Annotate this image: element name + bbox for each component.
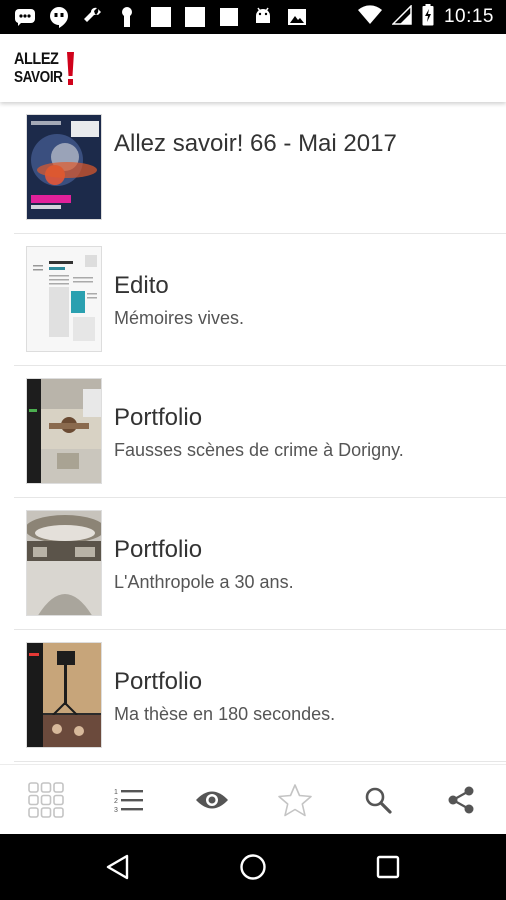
blank-icon bbox=[184, 6, 206, 28]
battery-icon bbox=[422, 3, 434, 31]
logo-line-2: SAVOIR bbox=[14, 69, 63, 86]
star-icon bbox=[277, 783, 312, 816]
eye-icon bbox=[195, 791, 228, 808]
grid-icon bbox=[27, 781, 64, 818]
list-item-title: Allez savoir! 66 - Mai 2017 bbox=[114, 130, 397, 157]
search-button[interactable] bbox=[348, 770, 408, 830]
logo-exclamation-icon bbox=[67, 52, 74, 85]
list-item[interactable]: Edito Mémoires vives. bbox=[14, 234, 506, 366]
wrench-icon bbox=[82, 6, 104, 28]
app-bar: ALLEZ SAVOIR bbox=[0, 34, 506, 102]
system-icons: 10:15 bbox=[357, 3, 506, 31]
svg-text:3: 3 bbox=[114, 807, 118, 813]
signal-icon bbox=[391, 3, 412, 30]
list-item-title: Portfolio bbox=[114, 536, 203, 563]
wifi-icon bbox=[357, 4, 382, 30]
list-item-text: Allez savoir! 66 - Mai 2017 bbox=[114, 130, 397, 158]
list-item-title: Portfolio bbox=[114, 668, 203, 695]
hangouts-icon bbox=[48, 6, 70, 28]
list-item[interactable]: Portfolio Ma thèse en 180 secondes. bbox=[14, 630, 506, 762]
search-icon bbox=[365, 787, 392, 814]
back-button[interactable] bbox=[88, 837, 148, 897]
list-item-text: Edito Mémoires vives. bbox=[114, 272, 244, 329]
list-item-title: Edito bbox=[114, 272, 169, 299]
blank-icon bbox=[218, 6, 240, 28]
list-item-subtitle: L'Anthropole a 30 ans. bbox=[114, 572, 294, 592]
recents-button[interactable] bbox=[358, 837, 418, 897]
list-item-subtitle: Mémoires vives. bbox=[114, 308, 245, 328]
share-button[interactable] bbox=[431, 770, 491, 830]
back-icon bbox=[106, 854, 128, 880]
list-view-button[interactable]: 1 2 3 bbox=[99, 770, 159, 830]
blank-icon bbox=[150, 6, 172, 28]
bottom-toolbar: 1 2 3 bbox=[0, 764, 506, 834]
home-icon bbox=[240, 854, 266, 880]
list-item-text: Portfolio Ma thèse en 180 secondes. bbox=[114, 668, 335, 725]
image-icon bbox=[286, 6, 308, 28]
clock: 10:15 bbox=[443, 6, 494, 27]
list-item[interactable]: Portfolio Fausses scènes de crime à Dori… bbox=[14, 366, 506, 498]
list-item-title: Portfolio bbox=[114, 404, 203, 431]
messages-icon bbox=[14, 6, 36, 28]
list-item-text: Portfolio L'Anthropole a 30 ans. bbox=[114, 536, 294, 593]
allez-savoir-logo[interactable]: ALLEZ SAVOIR bbox=[14, 44, 78, 92]
android-icon bbox=[252, 6, 274, 28]
favorite-button[interactable] bbox=[265, 770, 325, 830]
magazine-cover-thumbnail bbox=[26, 114, 102, 220]
list-icon: 1 2 3 bbox=[114, 789, 143, 813]
grid-view-button[interactable] bbox=[16, 770, 76, 830]
list-item-subtitle: Fausses scènes de crime à Dorigny. bbox=[114, 440, 404, 460]
article-list[interactable]: Allez savoir! 66 - Mai 2017 Edito Mémoir… bbox=[0, 102, 506, 762]
portfolio-thumbnail bbox=[26, 378, 102, 484]
portfolio-thumbnail bbox=[26, 510, 102, 616]
status-bar: 10:15 bbox=[0, 0, 506, 34]
list-item[interactable]: Portfolio L'Anthropole a 30 ans. bbox=[14, 498, 506, 630]
recents-icon bbox=[377, 855, 400, 879]
logo-line-1: ALLEZ bbox=[14, 49, 59, 68]
list-item[interactable]: Allez savoir! 66 - Mai 2017 bbox=[14, 102, 506, 234]
keyhole-icon bbox=[116, 6, 138, 28]
share-icon bbox=[448, 786, 473, 813]
notification-icons bbox=[0, 6, 308, 28]
list-item-text: Portfolio Fausses scènes de crime à Dori… bbox=[114, 404, 404, 461]
view-button[interactable] bbox=[182, 770, 242, 830]
svg-text:2: 2 bbox=[114, 798, 118, 805]
edito-thumbnail bbox=[26, 246, 102, 352]
portfolio-thumbnail bbox=[26, 642, 102, 748]
svg-text:1: 1 bbox=[114, 789, 118, 796]
system-navigation-bar bbox=[0, 834, 506, 900]
list-item-subtitle: Ma thèse en 180 secondes. bbox=[114, 704, 336, 724]
home-button[interactable] bbox=[223, 837, 283, 897]
